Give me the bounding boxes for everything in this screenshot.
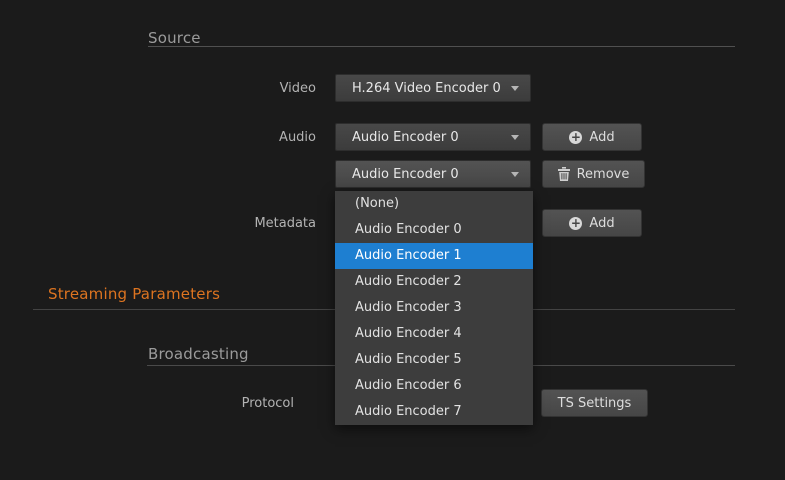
add-metadata-button[interactable]: + Add (542, 209, 642, 237)
audio-source-select-extra[interactable]: Audio Encoder 0 (335, 160, 531, 188)
broadcasting-title: Broadcasting (148, 345, 249, 363)
dropdown-option[interactable]: Audio Encoder 5 (335, 347, 533, 373)
trash-icon (558, 167, 570, 181)
audio-source-select[interactable]: Audio Encoder 0 (335, 123, 531, 151)
dropdown-option[interactable]: Audio Encoder 4 (335, 321, 533, 347)
video-source-select[interactable]: H.264 Video Encoder 0 (335, 74, 531, 102)
dropdown-option[interactable]: (None) (335, 191, 533, 217)
dropdown-option-highlighted[interactable]: Audio Encoder 1 (335, 243, 533, 269)
dropdown-option[interactable]: Audio Encoder 3 (335, 295, 533, 321)
dropdown-option[interactable]: Audio Encoder 2 (335, 269, 533, 295)
ts-settings-button[interactable]: TS Settings (541, 389, 648, 417)
video-source-value: H.264 Video Encoder 0 (352, 81, 501, 96)
plus-circle-icon: + (569, 131, 582, 144)
audio-encoder-dropdown-list: (None) Audio Encoder 0 Audio Encoder 1 A… (335, 191, 533, 425)
remove-audio-button-label: Remove (577, 167, 630, 182)
chevron-down-icon (511, 172, 519, 177)
source-section-title: Source (148, 29, 201, 47)
remove-audio-button[interactable]: Remove (542, 160, 645, 188)
audio-source-extra-value: Audio Encoder 0 (352, 167, 459, 182)
audio-label: Audio (180, 130, 316, 145)
add-audio-button[interactable]: + Add (542, 123, 642, 151)
chevron-down-icon (511, 86, 519, 91)
dropdown-option[interactable]: Audio Encoder 6 (335, 373, 533, 399)
metadata-label: Metadata (180, 216, 316, 231)
protocol-label: Protocol (158, 396, 294, 411)
add-metadata-button-label: Add (589, 216, 614, 231)
plus-circle-icon: + (569, 217, 582, 230)
video-label: Video (180, 81, 316, 96)
encoder-config-screen: Source Video H.264 Video Encoder 0 Audio… (0, 0, 785, 480)
audio-source-value: Audio Encoder 0 (352, 130, 459, 145)
streaming-parameters-title: Streaming Parameters (48, 285, 220, 303)
dropdown-option[interactable]: Audio Encoder 0 (335, 217, 533, 243)
ts-settings-button-label: TS Settings (558, 396, 632, 411)
chevron-down-icon (511, 135, 519, 140)
add-audio-button-label: Add (589, 130, 614, 145)
dropdown-option[interactable]: Audio Encoder 7 (335, 399, 533, 425)
source-section-divider (148, 46, 735, 47)
